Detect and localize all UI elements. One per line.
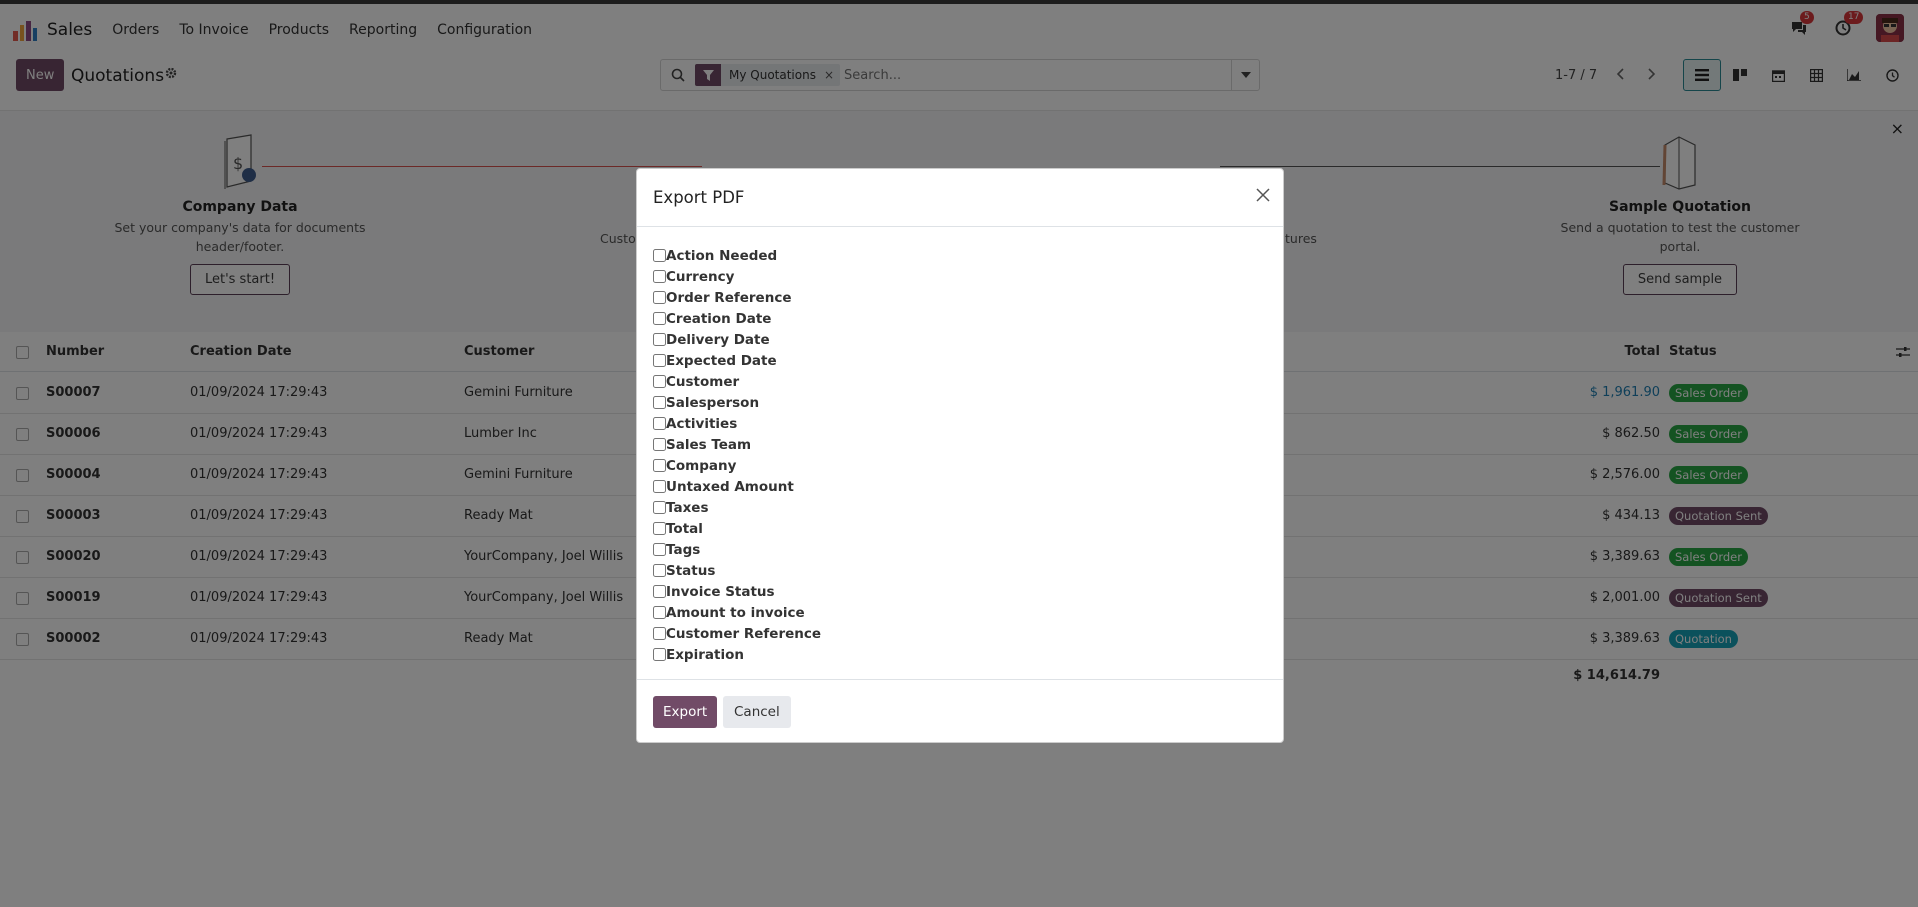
dialog-footer: Export Cancel — [637, 679, 1283, 743]
export-field-checkbox[interactable] — [653, 417, 666, 430]
export-field-option[interactable]: Sales Team — [653, 434, 821, 455]
export-field-option[interactable]: Action Needed — [653, 245, 821, 266]
export-field-label: Company — [666, 457, 737, 474]
dialog-title: Export PDF — [653, 188, 745, 207]
export-field-checkbox[interactable] — [653, 648, 666, 661]
dialog-header: Export PDF — [637, 169, 1283, 227]
export-field-checkbox[interactable] — [653, 354, 666, 367]
export-field-option[interactable]: Customer — [653, 371, 821, 392]
export-field-checkbox[interactable] — [653, 564, 666, 577]
export-field-option[interactable]: Tags — [653, 539, 821, 560]
export-field-option[interactable]: Invoice Status — [653, 581, 821, 602]
export-field-checkbox[interactable] — [653, 459, 666, 472]
export-field-label: Delivery Date — [666, 331, 770, 348]
export-field-option[interactable]: Amount to invoice — [653, 602, 821, 623]
export-field-label: Expiration — [666, 646, 744, 663]
export-field-option[interactable]: Salesperson — [653, 392, 821, 413]
export-field-checkbox[interactable] — [653, 249, 666, 262]
export-field-option[interactable]: Total — [653, 518, 821, 539]
export-button[interactable]: Export — [653, 696, 718, 728]
export-field-option[interactable]: Currency — [653, 266, 821, 287]
export-field-label: Tags — [666, 541, 701, 558]
export-field-label: Action Needed — [666, 247, 778, 264]
export-field-checkbox[interactable] — [653, 585, 666, 598]
export-field-label: Expected Date — [666, 352, 777, 369]
export-field-option[interactable]: Creation Date — [653, 308, 821, 329]
export-field-checkbox[interactable] — [653, 501, 666, 514]
export-field-label: Taxes — [666, 499, 709, 516]
export-field-checkbox[interactable] — [653, 522, 666, 535]
export-field-checkbox[interactable] — [653, 606, 666, 619]
export-field-checkbox[interactable] — [653, 396, 666, 409]
export-field-label: Status — [666, 562, 716, 579]
export-field-label: Invoice Status — [666, 583, 775, 600]
export-field-option[interactable]: Status — [653, 560, 821, 581]
export-field-label: Amount to invoice — [666, 604, 805, 621]
export-field-option[interactable]: Activities — [653, 413, 821, 434]
export-field-label: Sales Team — [666, 436, 752, 453]
export-field-label: Salesperson — [666, 394, 760, 411]
export-field-option[interactable]: Delivery Date — [653, 329, 821, 350]
export-field-label: Customer — [666, 373, 740, 390]
export-fields-list: Action Needed Currency Order Reference Crea… — [653, 245, 821, 665]
export-field-checkbox[interactable] — [653, 543, 666, 556]
export-field-checkbox[interactable] — [653, 333, 666, 346]
export-field-label: Total — [666, 520, 703, 537]
export-field-option[interactable]: Expected Date — [653, 350, 821, 371]
cancel-button[interactable]: Cancel — [723, 696, 791, 728]
export-field-checkbox[interactable] — [653, 375, 666, 388]
export-field-label: Creation Date — [666, 310, 772, 327]
export-field-option[interactable]: Customer Reference — [653, 623, 821, 644]
export-field-label: Activities — [666, 415, 738, 432]
export-field-option[interactable]: Order Reference — [653, 287, 821, 308]
export-field-label: Customer Reference — [666, 625, 822, 642]
export-field-option[interactable]: Taxes — [653, 497, 821, 518]
close-icon[interactable] — [1255, 187, 1271, 203]
export-field-option[interactable]: Expiration — [653, 644, 821, 665]
export-field-option[interactable]: Untaxed Amount — [653, 476, 821, 497]
export-field-label: Order Reference — [666, 289, 792, 306]
export-field-checkbox[interactable] — [653, 270, 666, 283]
export-field-checkbox[interactable] — [653, 291, 666, 304]
export-field-checkbox[interactable] — [653, 480, 666, 493]
export-field-checkbox[interactable] — [653, 627, 666, 640]
export-field-label: Currency — [666, 268, 735, 285]
export-field-checkbox[interactable] — [653, 438, 666, 451]
export-field-checkbox[interactable] — [653, 312, 666, 325]
export-field-label: Untaxed Amount — [666, 478, 794, 495]
export-field-option[interactable]: Company — [653, 455, 821, 476]
export-pdf-dialog: Export PDF Action Needed Currency Order Re… — [636, 168, 1284, 743]
